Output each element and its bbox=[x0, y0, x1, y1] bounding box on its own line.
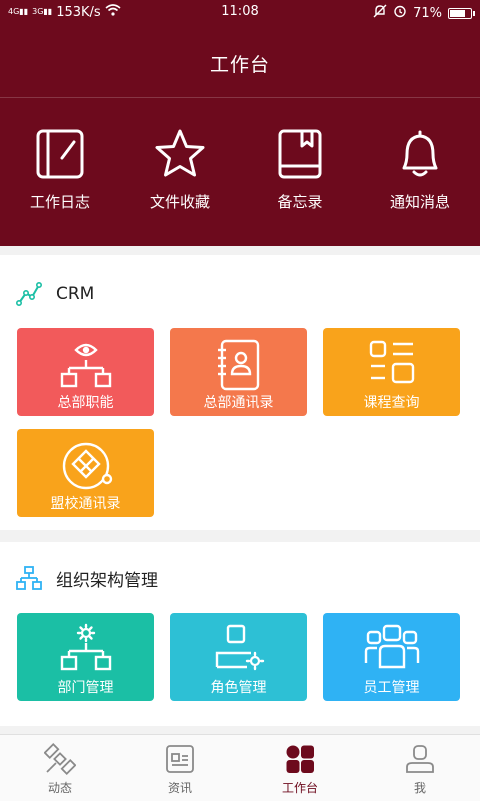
org-section: 组织架构管理 部门管理 角色管理 员工管理 bbox=[0, 542, 480, 726]
page-title: 工作台 bbox=[209, 54, 270, 76]
quick-action-label: 工作日志 bbox=[29, 193, 90, 211]
role-settings-icon bbox=[215, 624, 264, 671]
quick-action-favorites[interactable]: 文件收藏 bbox=[120, 128, 240, 228]
staff-group-icon bbox=[364, 624, 419, 669]
tab-news[interactable]: 资讯 bbox=[120, 735, 240, 801]
tile-hq-contacts[interactable]: 总部通讯录 bbox=[170, 328, 307, 416]
workbench-grid-icon bbox=[286, 745, 314, 773]
tab-feed[interactable]: 动态 bbox=[0, 735, 120, 801]
alliance-badge-icon bbox=[62, 442, 112, 490]
status-bar: 4G▮▮ 3G▮▮ 153K/s 11:08 71% bbox=[0, 0, 480, 24]
hierarchy-icon bbox=[16, 566, 42, 590]
quick-action-memo[interactable]: 备忘录 bbox=[240, 128, 360, 228]
tab-workbench[interactable]: 工作台 bbox=[240, 735, 360, 801]
tile-alliance-contacts[interactable]: 盟校通讯录 bbox=[17, 429, 154, 517]
course-list-icon bbox=[369, 340, 414, 384]
tile-label: 员工管理 bbox=[363, 680, 420, 696]
tile-department-management[interactable]: 部门管理 bbox=[17, 613, 154, 701]
alarm-icon bbox=[393, 4, 407, 22]
bottom-tab-bar: 动态 资讯 工作台 我 bbox=[0, 734, 480, 801]
tab-label: 动态 bbox=[47, 781, 72, 795]
tile-course-query[interactable]: 课程查询 bbox=[323, 328, 460, 416]
battery-percent: 71% bbox=[413, 5, 442, 21]
tab-label: 工作台 bbox=[281, 781, 318, 795]
tile-label: 总部通讯录 bbox=[203, 395, 274, 411]
quick-action-label: 通知消息 bbox=[389, 193, 450, 211]
department-icon bbox=[60, 623, 111, 671]
quick-action-notifications[interactable]: 通知消息 bbox=[360, 128, 480, 228]
org-section-header: 组织架构管理 bbox=[16, 565, 158, 591]
section-title: CRM bbox=[56, 284, 95, 304]
crm-section-header: CRM bbox=[16, 281, 94, 307]
tab-me[interactable]: 我 bbox=[360, 735, 480, 801]
satellite-icon bbox=[44, 743, 76, 775]
quick-action-work-log[interactable]: 工作日志 bbox=[0, 128, 120, 228]
person-icon bbox=[406, 745, 434, 773]
section-title: 组织架构管理 bbox=[56, 570, 158, 591]
header-divider bbox=[0, 97, 480, 98]
tab-label: 资讯 bbox=[167, 781, 192, 795]
mute-icon bbox=[373, 4, 387, 22]
quick-action-label: 文件收藏 bbox=[149, 193, 210, 211]
tile-label: 课程查询 bbox=[363, 395, 420, 411]
tile-staff-management[interactable]: 员工管理 bbox=[323, 613, 460, 701]
crm-section: CRM 总部职能 总部通讯录 课程查询 盟校通讯录 bbox=[0, 255, 480, 530]
tab-label: 我 bbox=[413, 781, 426, 795]
trend-line-icon bbox=[16, 281, 42, 306]
quick-action-label: 备忘录 bbox=[277, 193, 323, 211]
header: 工作台 工作日志 文件收藏 备忘录 通知消息 bbox=[0, 24, 480, 246]
contact-book-icon bbox=[217, 339, 259, 391]
tile-hq-functions[interactable]: 总部职能 bbox=[17, 328, 154, 416]
news-icon bbox=[166, 745, 194, 773]
tile-label: 角色管理 bbox=[210, 680, 267, 696]
star-icon bbox=[155, 129, 205, 177]
tile-label: 盟校通讯录 bbox=[50, 496, 121, 512]
tile-label: 部门管理 bbox=[57, 680, 114, 696]
bell-icon bbox=[402, 130, 438, 177]
tile-role-management[interactable]: 角色管理 bbox=[170, 613, 307, 701]
memo-book-icon bbox=[278, 129, 322, 179]
journal-icon bbox=[36, 129, 84, 179]
battery-icon bbox=[448, 7, 475, 19]
org-eye-icon bbox=[60, 343, 111, 388]
tile-label: 总部职能 bbox=[57, 395, 114, 411]
